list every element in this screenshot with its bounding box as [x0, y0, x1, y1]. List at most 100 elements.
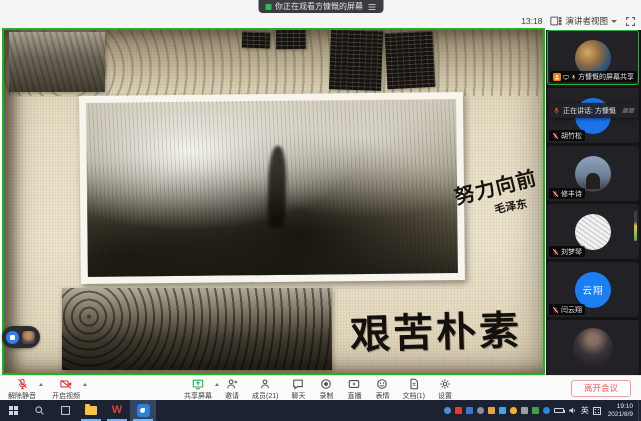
- collage-calligraphy-block: [242, 32, 271, 49]
- share-screen-button[interactable]: 共享屏幕: [184, 378, 212, 401]
- volume-indicator: [634, 211, 637, 241]
- calligraphy-large-slogan: 艰苦朴素: [349, 297, 544, 360]
- start-button[interactable]: [0, 400, 26, 421]
- windows-taskbar: W 英 19:10 2021/8/9: [0, 400, 641, 421]
- emoji-button[interactable]: 表情: [374, 378, 390, 401]
- ime-grid-icon[interactable]: [593, 407, 601, 415]
- tray-icon[interactable]: [477, 407, 484, 414]
- participant-label: 修丰诗: [549, 188, 585, 199]
- record-icon: [320, 378, 332, 390]
- battery-icon[interactable]: [554, 408, 564, 413]
- speaking-text: 正在讲话: 方慷慨: [563, 106, 616, 116]
- floating-assistant-widget[interactable]: [2, 326, 40, 348]
- shared-video-content: 努力向前 毛泽东 艰苦朴素: [4, 30, 543, 373]
- participant-tile[interactable]: 云翔 闫云翔: [547, 262, 639, 317]
- record-button[interactable]: 录制: [318, 378, 334, 401]
- tray-icon[interactable]: [521, 407, 528, 414]
- meeting-app-icon: [137, 404, 150, 417]
- participant-label: 闫云翔: [549, 304, 585, 315]
- watching-banner-text: 你正在观看方慷慨的屏幕: [275, 1, 363, 12]
- live-button[interactable]: 直播: [346, 378, 362, 401]
- mic-muted-icon: [552, 248, 559, 256]
- assistant-icon[interactable]: [6, 331, 19, 344]
- volume-icon[interactable]: [568, 406, 577, 415]
- view-mode-label: 演讲者视图: [565, 15, 608, 27]
- meeting-clock: 13:18: [521, 16, 542, 26]
- tray-icon[interactable]: [499, 407, 506, 414]
- live-icon: [348, 378, 360, 390]
- tray-icon[interactable]: [510, 407, 517, 414]
- settings-button[interactable]: 设置: [437, 378, 453, 401]
- avatar: [575, 156, 611, 192]
- chat-icon: [292, 378, 304, 390]
- taskbar-clock[interactable]: 19:10 2021/8/9: [605, 403, 636, 419]
- avatar: 云翔: [575, 272, 611, 308]
- banner-menu-icon[interactable]: [367, 3, 376, 11]
- collage-photo-main: [79, 92, 465, 284]
- presenter-badge-icon: [553, 73, 561, 81]
- mic-muted-icon: [552, 132, 559, 140]
- share-options-caret[interactable]: [215, 383, 219, 386]
- collage-calligraphy-block: [276, 30, 306, 50]
- settings-gear-icon: [439, 378, 451, 390]
- shared-screen-region[interactable]: 努力向前 毛泽东 艰苦朴素: [2, 28, 545, 375]
- top-strip: 你正在观看方慷慨的屏幕 13:18 演讲者视图: [0, 0, 641, 28]
- speaker-view-icon: [550, 15, 562, 27]
- leave-meeting-button[interactable]: 离开会议: [571, 380, 631, 397]
- mic-options-caret[interactable]: [39, 383, 43, 386]
- collage-calligraphy-block: [329, 29, 383, 91]
- mic-muted-icon: [552, 190, 559, 198]
- tray-icon[interactable]: [444, 407, 451, 414]
- statue-silhouette: [267, 146, 287, 228]
- watching-banner[interactable]: 你正在观看方慷慨的屏幕: [258, 0, 383, 13]
- participant-label: 方慷慨的屏幕共享: [550, 71, 637, 82]
- view-mode-selector[interactable]: 演讲者视图: [550, 15, 617, 27]
- calligraphy-slogan: 努力向前 毛泽东: [450, 166, 545, 227]
- taskbar-search-button[interactable]: [26, 400, 52, 421]
- banner-watermark: [623, 108, 634, 113]
- taskbar-wps[interactable]: W: [104, 400, 130, 421]
- invite-button[interactable]: 邀请: [224, 378, 240, 401]
- mini-avatar[interactable]: [22, 331, 35, 344]
- start-video-button[interactable]: 开启视频: [52, 378, 80, 401]
- bluetooth-icon[interactable]: [543, 407, 550, 414]
- search-icon: [34, 405, 45, 416]
- system-tray: 英 19:10 2021/8/9: [444, 400, 638, 421]
- screenshare-icon: [563, 73, 569, 81]
- speaking-indicator: 正在讲话: 方慷慨: [549, 103, 638, 118]
- participant-tile[interactable]: 刘梦琴: [547, 204, 639, 259]
- members-icon: [259, 378, 271, 390]
- collage-photo-bottomleft: [62, 288, 332, 370]
- video-options-caret[interactable]: [83, 383, 87, 386]
- taskbar-file-explorer[interactable]: [78, 400, 104, 421]
- participant-label: 胡竹松: [549, 130, 585, 141]
- meeting-toolbar: 解除静音 开启视频 共享屏幕: [0, 375, 641, 400]
- emoji-icon: [376, 378, 388, 390]
- unmute-button[interactable]: 解除静音: [8, 378, 36, 401]
- chat-button[interactable]: 聊天: [290, 378, 306, 401]
- docs-button[interactable]: 文档(1): [402, 378, 425, 401]
- docs-icon: [408, 378, 420, 390]
- members-button[interactable]: 成员(21): [252, 378, 278, 401]
- participant-tile-screenshare[interactable]: 方慷慨的屏幕共享: [547, 30, 639, 85]
- participant-tile[interactable]: [547, 320, 639, 375]
- wps-icon: W: [112, 405, 122, 416]
- tray-icon[interactable]: [466, 407, 473, 414]
- participant-tile[interactable]: 修丰诗: [547, 146, 639, 201]
- participant-label: 刘梦琴: [549, 246, 585, 257]
- collage-calligraphy-block: [385, 31, 436, 89]
- folder-icon: [85, 406, 97, 415]
- task-view-button[interactable]: [52, 400, 78, 421]
- participants-panel: 方慷慨的屏幕共享 胡竹松 修丰诗: [546, 30, 641, 375]
- mic-muted-icon: [552, 306, 559, 314]
- mic-on-icon: [571, 73, 576, 81]
- tray-icon[interactable]: [532, 407, 539, 414]
- mic-muted-icon: [17, 378, 28, 390]
- tray-icon[interactable]: [455, 407, 462, 414]
- fullscreen-icon[interactable]: [625, 16, 636, 27]
- view-mode-caret-icon: [611, 20, 617, 23]
- taskbar-meeting-app[interactable]: [130, 400, 156, 421]
- ime-indicator[interactable]: 英: [581, 405, 589, 416]
- tray-icon[interactable]: [488, 407, 495, 414]
- speaking-mic-icon: [553, 106, 560, 115]
